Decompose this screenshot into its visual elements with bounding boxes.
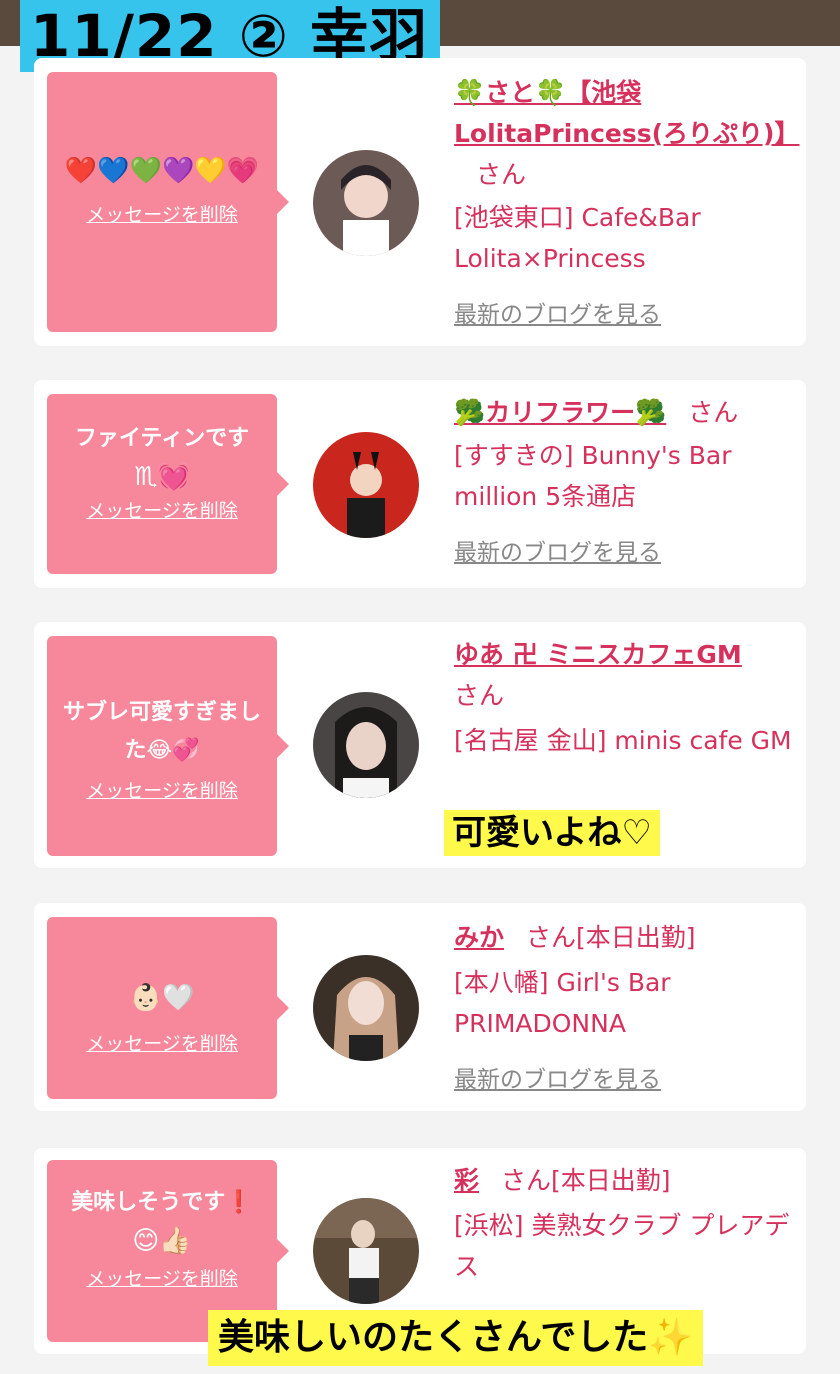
note-sticker: 美味しいのたくさんでした✨ bbox=[208, 1310, 704, 1366]
message-emojis: 👶🏻🤍 bbox=[129, 983, 195, 1013]
profile-name-link[interactable]: みか bbox=[454, 923, 504, 952]
delete-message-link[interactable]: メッセージを削除 bbox=[86, 776, 238, 803]
delete-message-link[interactable]: メッセージを削除 bbox=[86, 1264, 238, 1291]
avatar[interactable] bbox=[313, 432, 419, 538]
avatar[interactable] bbox=[313, 692, 419, 798]
message-text: 美味しそうです❗️ bbox=[71, 1190, 253, 1215]
blog-link[interactable]: 最新のブログを見る bbox=[454, 1067, 661, 1093]
profile-info: ゆあ 卍 ミニスカフェGM さん [名古屋 金山] minis cafe GM bbox=[454, 634, 794, 761]
list-item: ❤️💙💚💜💛💗 メッセージを削除 🍀さと🍀【池袋LolitaPrincess(ろ… bbox=[34, 58, 806, 346]
delete-message-link[interactable]: メッセージを削除 bbox=[86, 496, 238, 523]
profile-info: 🍀さと🍀【池袋LolitaPrincess(ろりぷり)】さん [池袋東口] Ca… bbox=[454, 72, 799, 336]
note-sticker: 可愛いよね♡ bbox=[444, 810, 660, 856]
honorific: さん[本日出勤] bbox=[501, 1166, 671, 1195]
list-item: ファイティンです ♏💓 メッセージを削除 🥦カリフラワー🥦 さん [すすきの] B… bbox=[34, 380, 806, 588]
profile-info: みか さん[本日出勤] [本八幡] Girl's Bar PRIMADONNA 最… bbox=[454, 917, 794, 1101]
profile-info: 彩さん[本日出勤] [浜松] 美熟女クラブ プレアデス bbox=[454, 1160, 794, 1287]
shop-label: [本八幡] Girl's Bar PRIMADONNA bbox=[454, 968, 671, 1038]
message-bubble: サブレ可愛すぎました😂💞 メッセージを削除 bbox=[47, 636, 289, 856]
avatar[interactable] bbox=[313, 1198, 419, 1304]
message-bubble: 👶🏻🤍 メッセージを削除 bbox=[47, 917, 289, 1099]
shop-label: [すすきの] Bunny's Bar million 5条通店 bbox=[454, 441, 732, 511]
message-emojis: 😊👍🏻 bbox=[132, 1226, 192, 1256]
message-emojis: ♏💓 bbox=[134, 462, 190, 492]
blog-link[interactable]: 最新のブログを見る bbox=[454, 302, 661, 328]
delete-message-link[interactable]: メッセージを削除 bbox=[86, 1029, 238, 1056]
list-item: サブレ可愛すぎました😂💞 メッセージを削除 ゆあ 卍 ミニスカフェGM さん [… bbox=[34, 622, 806, 868]
honorific: さん bbox=[688, 398, 739, 427]
message-bubble: ❤️💙💚💜💛💗 メッセージを削除 bbox=[47, 72, 289, 332]
avatar[interactable] bbox=[313, 150, 419, 256]
profile-name-link[interactable]: 彩 bbox=[454, 1166, 479, 1195]
message-text: サブレ可愛すぎました😂💞 bbox=[62, 700, 261, 763]
message-bubble: ファイティンです ♏💓 メッセージを削除 bbox=[47, 394, 289, 574]
blog-link[interactable]: 最新のブログを見る bbox=[454, 540, 661, 566]
honorific: さん[本日出勤] bbox=[526, 923, 696, 952]
shop-label: [池袋東口] Cafe&Bar Lolita×Princess bbox=[454, 203, 701, 273]
shop-label: [名古屋 金山] minis cafe GM bbox=[454, 726, 792, 755]
message-text: ファイティンです bbox=[74, 426, 250, 451]
profile-name-link[interactable]: ゆあ 卍 ミニスカフェGM bbox=[454, 640, 742, 669]
shop-label: [浜松] 美熟女クラブ プレアデス bbox=[454, 1211, 790, 1281]
profile-name-link[interactable]: 🍀さと🍀【池袋LolitaPrincess(ろりぷり)】 bbox=[454, 78, 799, 148]
profile-info: 🥦カリフラワー🥦 さん [すすきの] Bunny's Bar million 5条… bbox=[454, 392, 794, 574]
honorific: さん bbox=[476, 160, 527, 189]
message-emojis: ❤️💙💚💜💛💗 bbox=[64, 156, 260, 186]
avatar[interactable] bbox=[313, 955, 419, 1061]
honorific: さん bbox=[454, 681, 505, 710]
list-item: 👶🏻🤍 メッセージを削除 みか さん[本日出勤] [本八幡] Girl's Bar… bbox=[34, 903, 806, 1111]
delete-message-link[interactable]: メッセージを削除 bbox=[86, 200, 238, 227]
profile-name-link[interactable]: 🥦カリフラワー🥦 bbox=[454, 398, 666, 427]
